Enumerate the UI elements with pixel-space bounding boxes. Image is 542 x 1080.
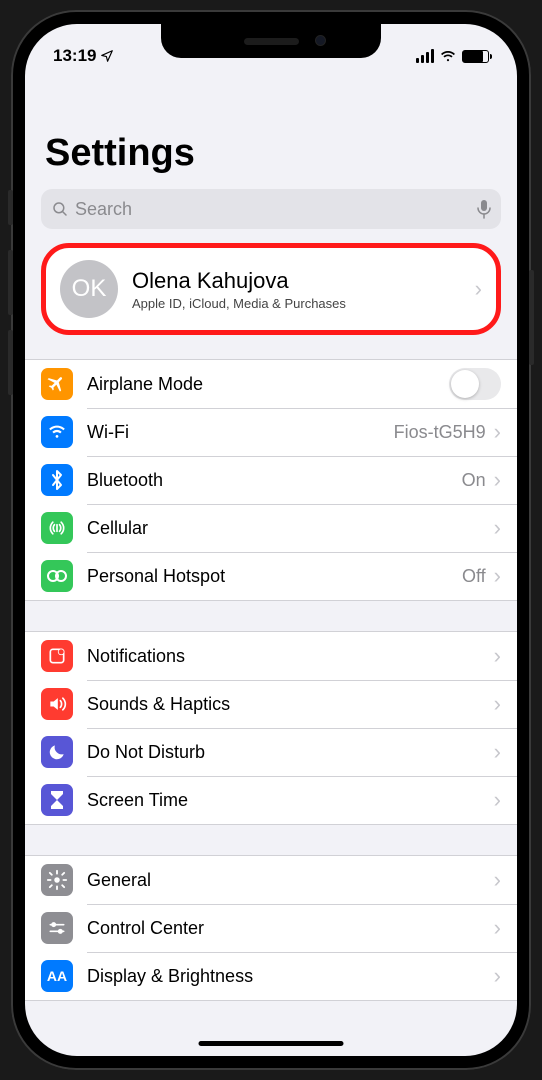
row-cellular[interactable]: Cellular ›: [25, 504, 517, 552]
row-value: On: [462, 470, 486, 491]
airplane-icon: [41, 368, 73, 400]
control-center-icon: [41, 912, 73, 944]
chevron-right-icon: ›: [494, 419, 501, 445]
status-time: 13:19: [53, 46, 96, 66]
row-sounds[interactable]: Sounds & Haptics ›: [25, 680, 517, 728]
search-icon: [51, 200, 69, 218]
chevron-right-icon: ›: [494, 691, 501, 717]
row-label: Bluetooth: [87, 470, 462, 491]
row-label: Display & Brightness: [87, 966, 492, 987]
bluetooth-icon: [41, 464, 73, 496]
chevron-right-icon: ›: [494, 867, 501, 893]
notifications-icon: [41, 640, 73, 672]
general-icon: [41, 864, 73, 896]
row-airplane-mode[interactable]: Airplane Mode: [25, 360, 517, 408]
row-label: General: [87, 870, 492, 891]
chevron-right-icon: ›: [494, 467, 501, 493]
settings-group-system: General › Control Center › AA Display & …: [25, 855, 517, 1001]
row-dnd[interactable]: Do Not Disturb ›: [25, 728, 517, 776]
row-label: Airplane Mode: [87, 374, 449, 395]
row-display[interactable]: AA Display & Brightness ›: [25, 952, 517, 1000]
airplane-toggle[interactable]: [449, 368, 501, 400]
chevron-right-icon: ›: [494, 963, 501, 989]
display-icon: AA: [41, 960, 73, 992]
chevron-right-icon: ›: [494, 515, 501, 541]
sounds-icon: [41, 688, 73, 720]
row-bluetooth[interactable]: Bluetooth On ›: [25, 456, 517, 504]
settings-group-attention: Notifications › Sounds & Haptics › Do No…: [25, 631, 517, 825]
wifi-icon: [439, 49, 457, 63]
hotspot-icon: [41, 560, 73, 592]
row-label: Wi-Fi: [87, 422, 394, 443]
avatar: OK: [60, 260, 118, 318]
row-label: Personal Hotspot: [87, 566, 462, 587]
profile-name: Olena Kahujova: [132, 268, 346, 294]
page-title: Settings: [25, 74, 517, 183]
row-wifi[interactable]: Wi-Fi Fios-tG5H9 ›: [25, 408, 517, 456]
row-hotspot[interactable]: Personal Hotspot Off ›: [25, 552, 517, 600]
row-notifications[interactable]: Notifications ›: [25, 632, 517, 680]
row-label: Do Not Disturb: [87, 742, 492, 763]
search-bar[interactable]: [41, 189, 501, 229]
location-icon: [100, 49, 114, 63]
wifi-settings-icon: [41, 416, 73, 448]
row-general[interactable]: General ›: [25, 856, 517, 904]
row-control-center[interactable]: Control Center ›: [25, 904, 517, 952]
settings-group-connectivity: Airplane Mode Wi-Fi Fios-tG5H9 › Bluetoo…: [25, 359, 517, 601]
row-value: Fios-tG5H9: [394, 422, 486, 443]
row-screentime[interactable]: Screen Time ›: [25, 776, 517, 824]
profile-subtitle: Apple ID, iCloud, Media & Purchases: [132, 296, 346, 311]
chevron-right-icon: ›: [494, 739, 501, 765]
chevron-right-icon: ›: [494, 563, 501, 589]
microphone-icon[interactable]: [477, 199, 491, 219]
row-label: Cellular: [87, 518, 492, 539]
row-label: Notifications: [87, 646, 492, 667]
chevron-right-icon: ›: [494, 787, 501, 813]
cellular-signal-icon: [416, 49, 434, 63]
search-input[interactable]: [75, 199, 477, 220]
apple-id-row[interactable]: OK Olena Kahujova Apple ID, iCloud, Medi…: [41, 243, 501, 335]
chevron-right-icon: ›: [494, 915, 501, 941]
row-label: Screen Time: [87, 790, 492, 811]
row-label: Sounds & Haptics: [87, 694, 492, 715]
row-label: Control Center: [87, 918, 492, 939]
chevron-right-icon: ›: [494, 643, 501, 669]
notch: [161, 24, 381, 58]
chevron-right-icon: ›: [475, 276, 482, 302]
cellular-icon: [41, 512, 73, 544]
dnd-icon: [41, 736, 73, 768]
home-indicator[interactable]: [199, 1041, 344, 1046]
screentime-icon: [41, 784, 73, 816]
battery-icon: [462, 50, 489, 63]
row-value: Off: [462, 566, 486, 587]
